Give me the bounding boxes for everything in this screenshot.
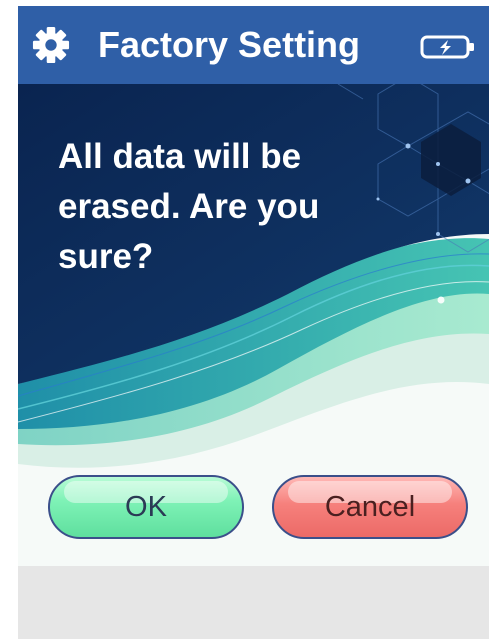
device-screen: Factory Setting All data will be erased.… xyxy=(18,6,489,639)
gear-icon[interactable] xyxy=(32,26,70,64)
battery-charging-icon xyxy=(420,35,474,59)
confirmation-message: All data will be erased. Are you sure? xyxy=(58,137,320,276)
dialog-area: All data will be erased. Are you sure? O… xyxy=(18,84,489,566)
title-bar: Factory Setting xyxy=(18,6,489,84)
footer-bar xyxy=(18,566,489,639)
ok-button[interactable]: OK xyxy=(48,475,244,539)
ok-button-label: OK xyxy=(125,490,167,523)
cancel-button-label: Cancel xyxy=(324,490,416,523)
page-title: Factory Setting xyxy=(98,24,361,65)
cancel-button[interactable]: Cancel xyxy=(272,475,468,539)
